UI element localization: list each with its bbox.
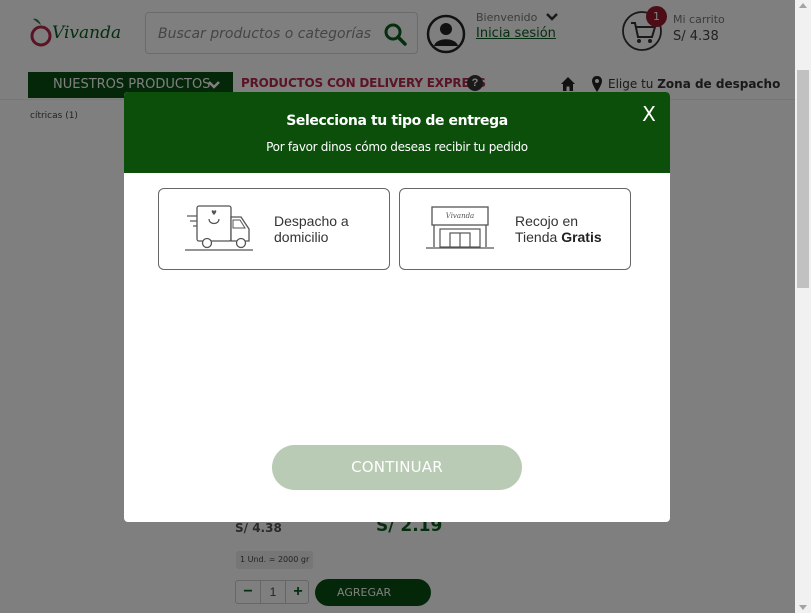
store-pickup-label: Recojo en Tienda Gratis <box>515 213 602 245</box>
close-icon[interactable]: X <box>638 102 660 126</box>
store-pickup-free: Gratis <box>561 229 602 245</box>
store-pickup-line1: Recojo en <box>515 213 579 229</box>
store-icon: Vivanda <box>426 206 494 249</box>
modal-header: Selecciona tu tipo de entrega Por favor … <box>124 92 670 173</box>
home-delivery-line1: Despacho a <box>274 213 349 229</box>
store-pickup-option[interactable]: Vivanda Recojo en Tienda Gratis <box>399 188 631 270</box>
modal-title: Selecciona tu tipo de entrega <box>286 113 508 129</box>
modal-subtitle: Por favor dinos cómo deseas recibir tu p… <box>266 140 528 154</box>
delivery-type-modal: Selecciona tu tipo de entrega Por favor … <box>124 92 670 522</box>
delivery-truck-icon <box>185 205 253 251</box>
continue-button[interactable]: CONTINUAR <box>272 445 522 490</box>
scroll-thumb[interactable] <box>797 70 809 288</box>
home-delivery-option[interactable]: Despacho a domicilio <box>158 188 390 270</box>
vertical-scrollbar[interactable] <box>795 0 811 613</box>
store-pickup-line2a: Tienda <box>515 229 558 245</box>
store-sign-text: Vivanda <box>446 212 474 220</box>
home-delivery-line2: domicilio <box>274 229 329 245</box>
scroll-down-arrow[interactable] <box>799 605 807 610</box>
store-pickup-line2: Tienda Gratis <box>515 229 602 245</box>
scroll-up-arrow[interactable] <box>799 3 807 8</box>
home-delivery-label: Despacho a domicilio <box>274 213 349 245</box>
